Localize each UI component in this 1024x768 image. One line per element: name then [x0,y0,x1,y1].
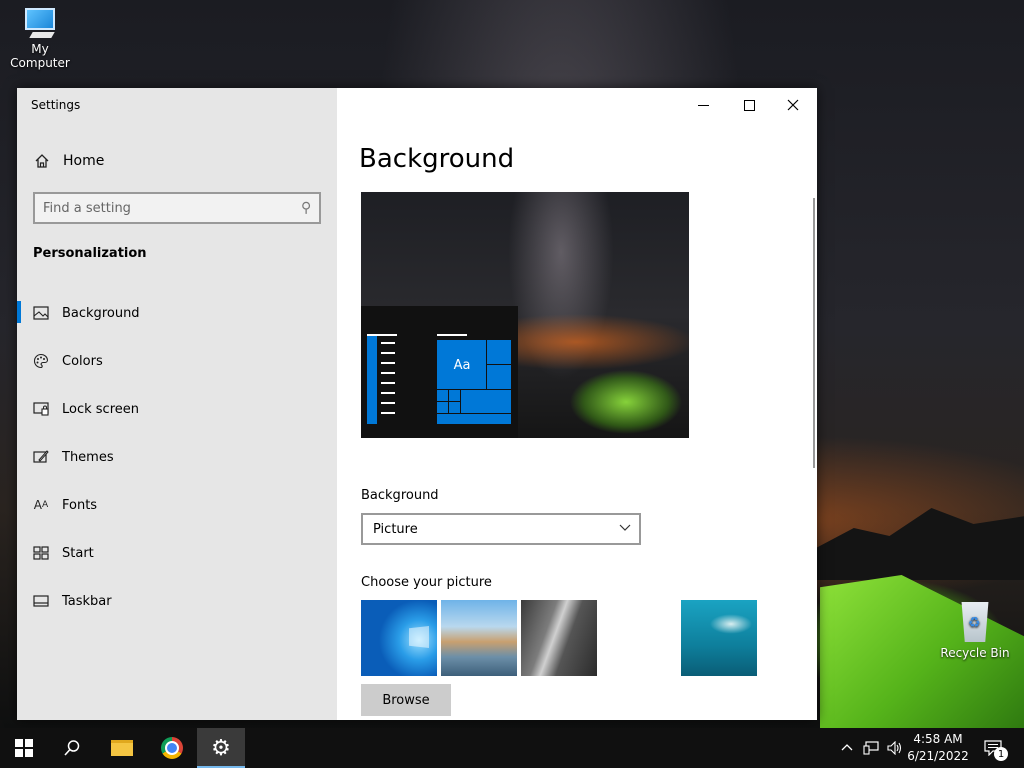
chrome-button[interactable] [148,728,196,768]
gear-icon: ⚙ [211,735,231,761]
sidebar-item-fonts[interactable]: AA Fonts [17,481,337,529]
picture-thumbnail[interactable] [441,600,517,676]
desktop-icon-recycle-bin[interactable]: ♻ Recycle Bin [940,602,1010,660]
taskbar: ⚙ 4:58 AM 6/21/2022 1 [0,728,1024,768]
wallpaper-mountain [816,508,1024,580]
maximize-icon [743,99,755,111]
sidebar-item-taskbar[interactable]: Taskbar [17,577,337,625]
volume-icon [887,741,902,755]
sidebar-item-label: Themes [62,449,114,465]
taskbar-icon [32,592,50,610]
image-icon [32,304,50,322]
search-box[interactable]: ⚲ [33,192,321,224]
choose-picture-label: Choose your picture [361,575,492,590]
sidebar-item-label: Colors [62,353,103,369]
folder-icon [111,740,133,756]
network-icon [863,741,879,755]
sidebar-item-label: Lock screen [62,401,139,417]
minimize-icon [697,104,709,106]
settings-taskbar-button[interactable]: ⚙ [197,728,245,768]
sidebar-item-themes[interactable]: Themes [17,433,337,481]
minimize-button[interactable] [685,94,721,116]
notification-count-badge: 1 [994,747,1008,761]
chrome-icon [161,737,183,759]
background-select[interactable]: Picture [361,513,641,545]
clock-date: 6/21/2022 [907,749,969,763]
settings-window: Settings Home ⚲ Personalization Backgrou… [17,88,817,720]
desktop-icon-label: Recycle Bin [940,646,1010,660]
search-icon[interactable]: ⚲ [301,200,311,216]
network-button[interactable] [860,728,882,768]
sidebar-item-colors[interactable]: Colors [17,337,337,385]
search-input[interactable] [43,200,301,216]
search-icon [64,740,80,756]
fonts-icon: AA [33,498,49,512]
scrollbar[interactable] [813,198,815,468]
picture-thumbnail[interactable] [681,600,757,676]
chevron-down-icon [619,521,631,536]
personalization-nav: Background Colors Lock screen Themes A A… [17,289,337,625]
sidebar-item-label: Start [62,545,94,561]
sidebar-item-start[interactable]: Start [17,529,337,577]
computer-icon [23,8,57,38]
background-preview: Aa [361,192,689,438]
taskbar-clock[interactable]: 4:58 AM 6/21/2022 [902,731,974,765]
sidebar-item-label: Fonts [62,497,98,513]
desktop-icon-my-computer[interactable]: My Computer [2,8,78,70]
background-select-value: Picture [373,521,418,537]
chevron-up-icon [841,744,853,751]
nav-home-label: Home [63,153,105,169]
page-title: Background [359,144,515,174]
sidebar-item-lock-screen[interactable]: Lock screen [17,385,337,433]
maximize-button[interactable] [731,94,767,116]
palette-icon [32,352,50,370]
settings-sidebar: Settings Home ⚲ Personalization Backgrou… [17,88,337,720]
show-hidden-icons-button[interactable] [836,728,858,768]
file-explorer-button[interactable] [98,728,146,768]
picture-thumbnails [361,600,761,676]
close-icon [787,99,799,111]
sidebar-item-label: Taskbar [62,593,112,609]
background-label: Background [361,488,439,503]
desktop-icon-label: My Computer [10,42,70,70]
preview-start-menu: Aa [361,306,518,438]
sidebar-item-background[interactable]: Background [17,289,337,337]
start-icon [32,544,50,562]
recycle-bin-icon: ♻ [961,602,989,642]
windows-logo-icon [15,739,33,757]
start-button[interactable] [0,728,48,768]
close-button[interactable] [775,94,811,116]
sidebar-item-label: Background [62,305,140,321]
nav-home[interactable]: Home [33,150,104,172]
window-title: Settings [31,98,81,112]
themes-icon [32,448,50,466]
settings-content: Background Aa Background Picture Choose … [337,88,817,720]
section-title: Personalization [33,246,147,261]
clock-time: 4:58 AM [913,732,963,746]
preview-tile: Aa [436,339,488,391]
home-icon [33,152,51,170]
lock-screen-icon [32,400,50,418]
browse-button[interactable]: Browse [361,684,451,716]
picture-thumbnail[interactable] [361,600,437,676]
search-button[interactable] [48,728,96,768]
picture-thumbnail[interactable] [521,600,597,676]
